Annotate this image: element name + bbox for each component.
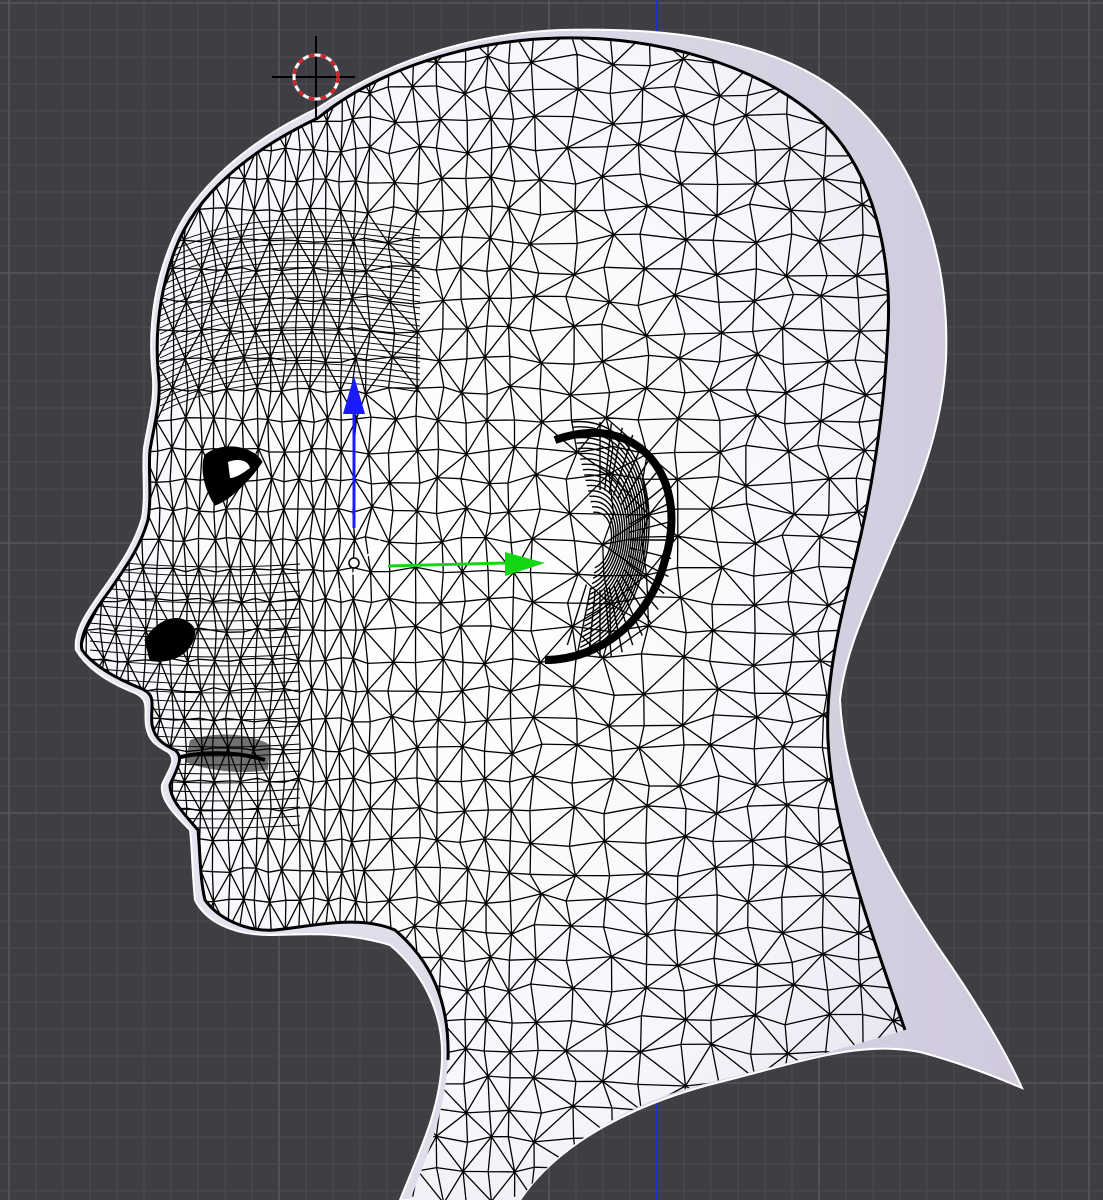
origin-dot-icon[interactable] [348, 557, 360, 569]
head-mesh[interactable] [0, 0, 1103, 1200]
3d-viewport[interactable] [0, 0, 1103, 1200]
head-surface [81, 37, 905, 1200]
